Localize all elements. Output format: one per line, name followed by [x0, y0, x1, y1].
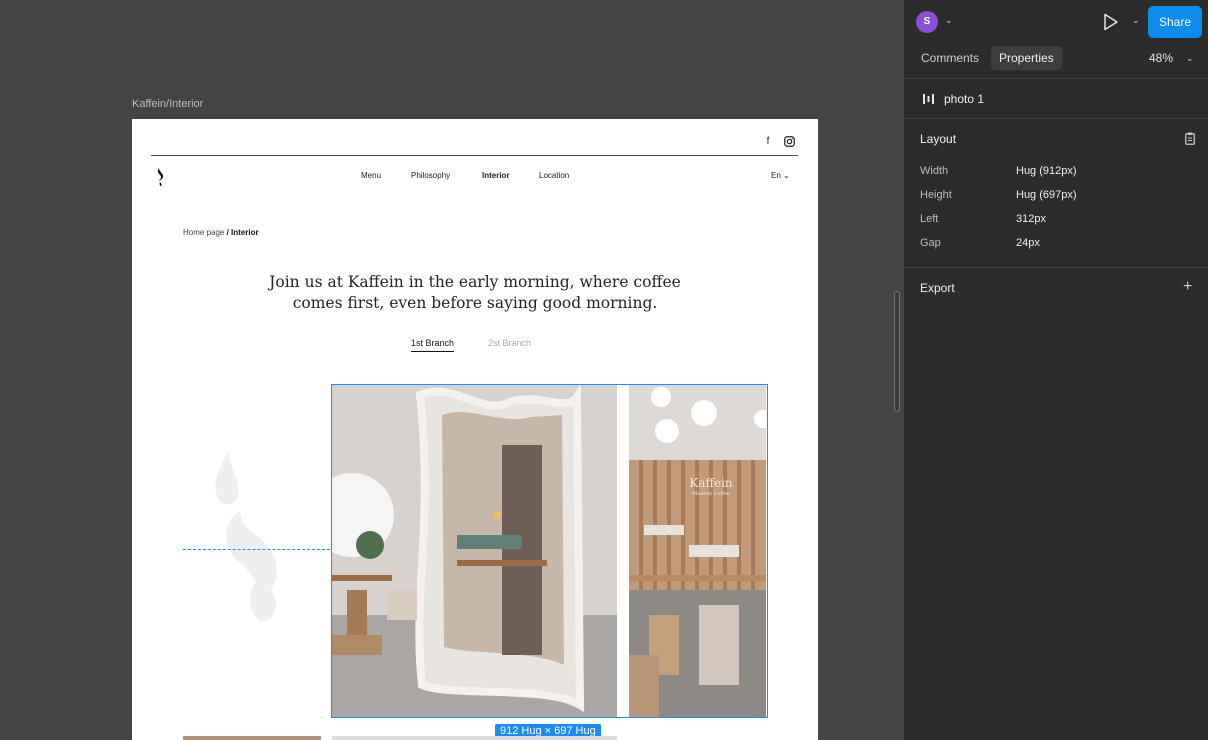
canvas-scrollbar[interactable]	[894, 291, 900, 412]
divider	[904, 118, 1208, 119]
instagram-icon	[783, 136, 795, 148]
clipboard-icon[interactable]	[1185, 132, 1195, 145]
design-canvas[interactable]: Kaffein/Interior f Menu Philosophy Inter…	[0, 0, 904, 740]
height-label: Height	[920, 189, 952, 201]
decorative-logo-icon	[215, 451, 277, 621]
properties-panel: S ⌄ ⌄ Share Comments Properties 48% ⌄ ph…	[904, 0, 1208, 740]
tab-comments[interactable]: Comments	[913, 46, 987, 70]
facebook-icon: f	[766, 136, 770, 147]
nav-location[interactable]: Location	[539, 171, 569, 180]
chevron-down-icon[interactable]: ⌄	[1132, 15, 1140, 26]
width-label: Width	[920, 165, 949, 177]
nav-menu[interactable]: Menu	[361, 171, 381, 180]
header-divider	[151, 155, 798, 156]
add-export-icon[interactable]: +	[1183, 279, 1192, 295]
share-button[interactable]: Share	[1148, 6, 1202, 38]
hero-line-1: Join us at Kaffein in the early morning,…	[269, 273, 681, 291]
user-avatar[interactable]: S	[916, 11, 938, 33]
tab-2st-branch[interactable]: 2st Branch	[488, 338, 531, 348]
divider	[904, 267, 1208, 268]
height-value[interactable]: Hug (697px)	[1016, 189, 1077, 201]
chevron-down-icon: ⌄	[783, 171, 790, 180]
gap-label: Gap	[920, 237, 941, 249]
left-value[interactable]: 312px	[1016, 213, 1046, 225]
language-label: En	[771, 171, 781, 180]
selection-outline	[331, 384, 768, 718]
kaffein-logo-icon	[157, 168, 164, 186]
next-section-preview	[183, 736, 321, 740]
nav-philosophy[interactable]: Philosophy	[411, 171, 450, 180]
breadcrumb-current: Interior	[231, 228, 259, 237]
hero-text: Join us at Kaffein in the early morning,…	[252, 272, 698, 314]
play-icon[interactable]	[1103, 13, 1119, 31]
next-section-preview	[332, 736, 617, 740]
breadcrumb-home[interactable]: Home page	[183, 228, 224, 237]
tab-properties[interactable]: Properties	[991, 46, 1062, 70]
layout-section-title: Layout	[920, 132, 957, 146]
zoom-level[interactable]: 48%	[1149, 51, 1173, 65]
chevron-down-icon[interactable]: ⌄	[945, 15, 953, 26]
divider	[904, 78, 1208, 79]
website-frame[interactable]: f Menu Philosophy Interior Location En ⌄…	[132, 119, 818, 740]
gap-value[interactable]: 24px	[1016, 237, 1040, 249]
spacing-guide	[183, 549, 330, 550]
left-label: Left	[920, 213, 939, 225]
frame-label[interactable]: Kaffein/Interior	[132, 98, 203, 110]
hero-line-2: comes first, even before saying good mor…	[292, 294, 658, 312]
chevron-down-icon[interactable]: ⌄	[1186, 53, 1194, 64]
nav-interior[interactable]: Interior	[482, 171, 510, 180]
tab-1st-branch[interactable]: 1st Branch	[411, 338, 455, 352]
breadcrumb: Home page / Interior	[183, 228, 259, 237]
auto-layout-icon	[923, 94, 934, 104]
layer-name[interactable]: photo 1	[944, 92, 984, 106]
width-value[interactable]: Hug (912px)	[1016, 165, 1077, 177]
export-section-title: Export	[920, 281, 955, 295]
language-select[interactable]: En ⌄	[771, 171, 790, 180]
